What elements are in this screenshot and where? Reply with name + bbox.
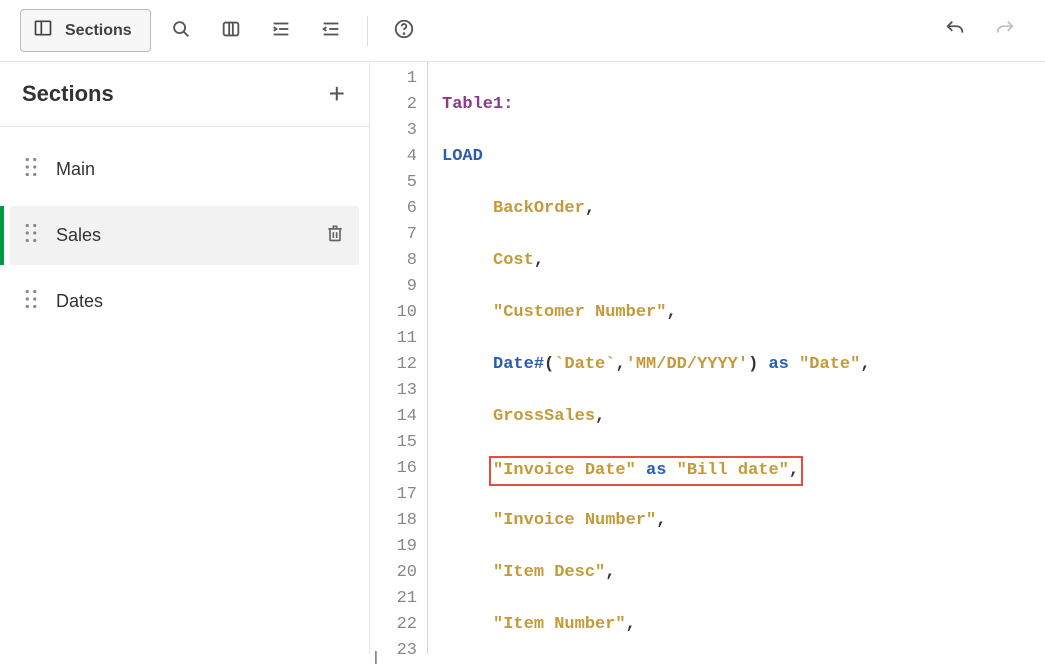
panel-icon [33, 18, 53, 43]
line-number: 13 [370, 378, 417, 404]
resize-handle-icon: || [374, 648, 375, 664]
line-number: 2 [370, 92, 417, 118]
sections-toggle-label: Sections [65, 22, 132, 40]
line-number: 3 [370, 118, 417, 144]
line-number: 9 [370, 274, 417, 300]
delete-section-button[interactable] [325, 222, 345, 249]
line-number: 23 [370, 638, 417, 654]
line-number: 8 [370, 248, 417, 274]
drag-handle-icon[interactable] [24, 223, 38, 248]
help-button[interactable] [384, 11, 424, 51]
line-gutter: 1 2 3 4 5 6 7 8 9 10 11 12 13 14 15 16 1… [370, 62, 428, 654]
code-line: "Invoice Date" as "Bill date", [442, 456, 1045, 482]
sidebar: Sections + Main Sales [0, 62, 370, 654]
sections-toggle-button[interactable]: Sections [20, 9, 151, 52]
code-area[interactable]: Table1: LOAD BackOrder, Cost, "Customer … [428, 62, 1045, 654]
sidebar-header: Sections + [0, 62, 369, 127]
line-number: 14 [370, 404, 417, 430]
comment-icon [220, 18, 242, 43]
line-number: 11 [370, 326, 417, 352]
section-item-dates[interactable]: Dates [10, 273, 359, 330]
undo-icon [944, 18, 966, 43]
code-line: "Invoice Number", [442, 508, 1045, 534]
line-number: 19 [370, 534, 417, 560]
line-number: 7 [370, 222, 417, 248]
search-icon [170, 18, 192, 43]
line-number: 1 [370, 66, 417, 92]
line-number: 5 [370, 170, 417, 196]
add-section-button[interactable]: + [329, 80, 345, 108]
indent-button[interactable] [261, 11, 301, 51]
drag-handle-icon[interactable] [24, 157, 38, 182]
code-line: "Item Number", [442, 612, 1045, 638]
plus-icon: + [329, 78, 345, 109]
toolbar: Sections [0, 0, 1045, 62]
line-number: 22 [370, 612, 417, 638]
line-number: 10 [370, 300, 417, 326]
code-editor[interactable]: 1 2 3 4 5 6 7 8 9 10 11 12 13 14 15 16 1… [370, 62, 1045, 654]
code-line: Date#(`Date`,'MM/DD/YYYY') as "Date", [442, 352, 1045, 378]
code-line: Cost, [442, 248, 1045, 274]
outdent-icon [320, 18, 342, 43]
code-line: BackOrder, [442, 196, 1045, 222]
code-line: Table1: [442, 92, 1045, 118]
trash-icon [325, 228, 345, 248]
line-number: 20 [370, 560, 417, 586]
line-number: 16 [370, 456, 417, 482]
indent-icon [270, 18, 292, 43]
highlighted-code: "Invoice Date" as "Bill date", [489, 456, 803, 486]
line-number: 4 [370, 144, 417, 170]
code-line: "Customer Number", [442, 300, 1045, 326]
comment-button[interactable] [211, 11, 251, 51]
sidebar-title: Sections [22, 81, 114, 107]
redo-button[interactable] [985, 11, 1025, 51]
line-number: 17 [370, 482, 417, 508]
line-number: 21 [370, 586, 417, 612]
line-number: 12 [370, 352, 417, 378]
search-button[interactable] [161, 11, 201, 51]
line-number: 15 [370, 430, 417, 456]
section-item-sales[interactable]: Sales [10, 206, 359, 265]
section-list: Main Sales Dates [0, 127, 369, 352]
line-number: 18 [370, 508, 417, 534]
undo-button[interactable] [935, 11, 975, 51]
outdent-button[interactable] [311, 11, 351, 51]
drag-handle-icon[interactable] [24, 289, 38, 314]
section-label: Dates [56, 291, 345, 312]
code-line: "Item Desc", [442, 560, 1045, 586]
section-item-main[interactable]: Main [10, 141, 359, 198]
help-icon [393, 18, 415, 43]
code-line: LOAD [442, 144, 1045, 170]
code-line: GrossSales, [442, 404, 1045, 430]
line-number: 6 [370, 196, 417, 222]
section-label: Main [56, 159, 345, 180]
toolbar-divider [367, 16, 368, 46]
redo-icon [994, 18, 1016, 43]
resize-handle[interactable]: || [374, 648, 375, 664]
section-label: Sales [56, 225, 307, 246]
main: Sections + Main Sales [0, 62, 1045, 654]
